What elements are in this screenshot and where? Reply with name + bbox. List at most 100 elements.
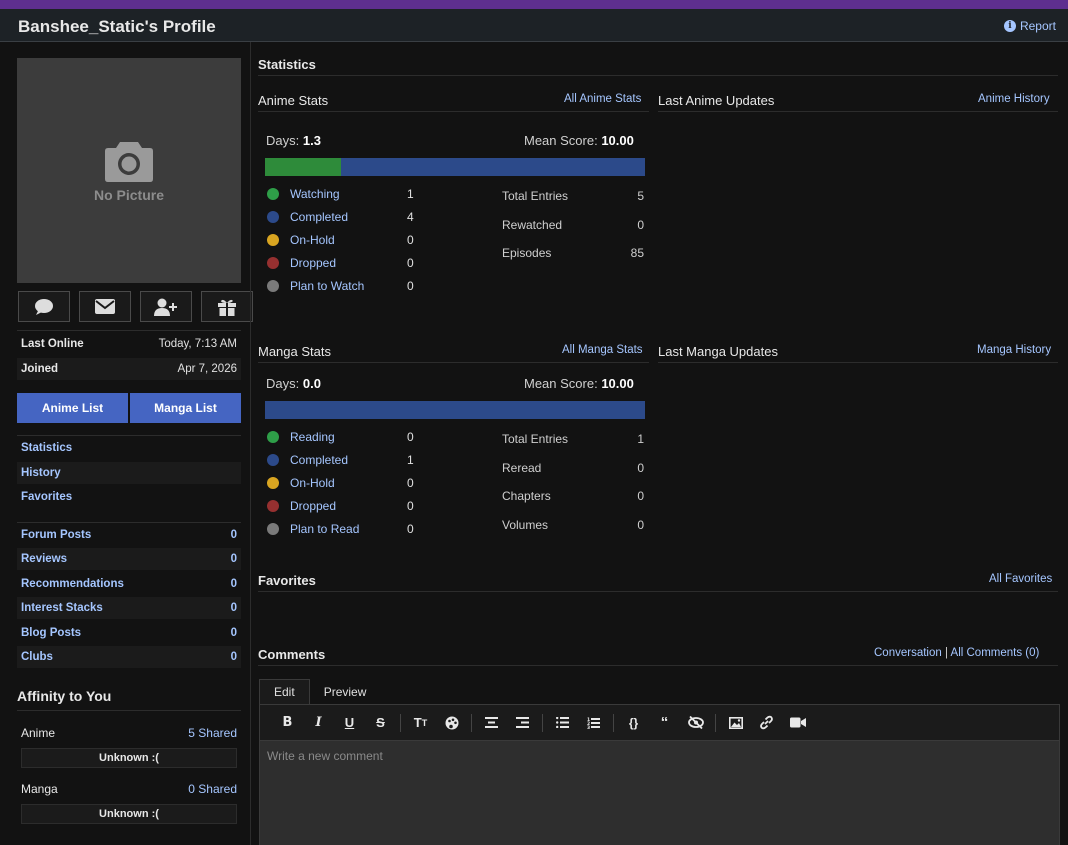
color-button[interactable] bbox=[436, 712, 467, 734]
sidebar-item-blog-posts[interactable]: Blog Posts 0 bbox=[17, 622, 241, 644]
legend-item[interactable]: Completed 1 bbox=[267, 451, 427, 469]
sidebar-item-forum-posts[interactable]: Forum Posts 0 bbox=[17, 524, 241, 546]
image-icon bbox=[728, 716, 743, 729]
align-right-icon bbox=[516, 717, 529, 728]
anime-history-link[interactable]: Anime History bbox=[978, 93, 1050, 105]
comments-title: Comments bbox=[258, 647, 326, 662]
affinity-anime-label: Anime bbox=[21, 726, 56, 740]
image-button[interactable] bbox=[720, 712, 751, 734]
legend-count: 1 bbox=[407, 187, 414, 201]
align-right-button[interactable] bbox=[507, 712, 538, 734]
page-title: Banshee_Static's Profile bbox=[18, 17, 216, 36]
sidebar-item-statistics[interactable]: Statistics bbox=[17, 437, 241, 459]
status-dot-icon bbox=[267, 431, 279, 443]
sidebar-item-recommendations[interactable]: Recommendations 0 bbox=[17, 573, 241, 595]
total-label: Rewatched bbox=[502, 217, 563, 232]
legend-label: Dropped bbox=[290, 256, 337, 270]
comment-button[interactable] bbox=[18, 291, 70, 322]
strikethrough-button[interactable]: S bbox=[365, 712, 396, 734]
legend-item[interactable]: On-Hold 0 bbox=[267, 231, 427, 249]
manga-mean-score: Mean Score: 10.00 bbox=[524, 376, 634, 391]
legend-item[interactable]: On-Hold 0 bbox=[267, 474, 427, 492]
legend-item[interactable]: Plan to Watch 0 bbox=[267, 277, 427, 295]
report-link[interactable]: i Report bbox=[1003, 19, 1056, 33]
count-value: 0 bbox=[230, 529, 237, 541]
link-separator: | bbox=[944, 647, 948, 659]
message-button[interactable] bbox=[79, 291, 131, 322]
anime-list-button[interactable]: Anime List bbox=[17, 393, 128, 423]
underline-button[interactable]: U bbox=[334, 712, 365, 734]
sidebar-item-interest-stacks[interactable]: Interest Stacks 0 bbox=[17, 597, 241, 619]
anime-watching-segment bbox=[265, 158, 341, 176]
bold-button[interactable]: B bbox=[272, 712, 303, 734]
text-size-button[interactable]: TT bbox=[405, 712, 436, 734]
conversation-link[interactable]: Conversation bbox=[874, 647, 942, 659]
affinity-manga-shared-link[interactable]: 0 Shared bbox=[188, 782, 237, 796]
legend-item[interactable]: Plan to Read 0 bbox=[267, 520, 427, 538]
sidebar-item-history[interactable]: History bbox=[17, 462, 241, 484]
legend-item[interactable]: Dropped 0 bbox=[267, 497, 427, 515]
total-value: 85 bbox=[630, 246, 644, 260]
count-label: Forum Posts bbox=[21, 529, 92, 541]
affinity-anime-shared-link[interactable]: 5 Shared bbox=[188, 726, 237, 740]
all-favorites-link[interactable]: All Favorites bbox=[989, 573, 1052, 585]
last-online-row: Last Online Today, 7:13 AM bbox=[17, 333, 241, 355]
anime-days-label: Days: bbox=[266, 133, 300, 148]
add-friend-button[interactable] bbox=[140, 291, 192, 322]
numbered-list-icon: 123 bbox=[587, 717, 600, 729]
video-icon bbox=[789, 717, 806, 728]
total-row: Rewatched 0 bbox=[502, 216, 644, 234]
link-button[interactable] bbox=[751, 712, 782, 734]
count-value: 0 bbox=[230, 627, 237, 639]
favorites-title: Favorites bbox=[258, 573, 316, 588]
legend-count: 1 bbox=[407, 453, 414, 467]
all-anime-stats-link[interactable]: All Anime Stats bbox=[564, 93, 641, 105]
manga-mean-label: Mean Score: bbox=[524, 376, 598, 391]
info-icon: i bbox=[1003, 20, 1016, 32]
legend-label: Reading bbox=[290, 430, 335, 444]
spoiler-icon bbox=[687, 716, 704, 729]
sidebar-item-reviews[interactable]: Reviews 0 bbox=[17, 548, 241, 570]
italic-button[interactable]: I bbox=[303, 712, 334, 734]
video-button[interactable] bbox=[782, 712, 813, 734]
sidebar-item-favorites[interactable]: Favorites bbox=[17, 486, 241, 508]
all-comments-link[interactable]: All Comments (0) bbox=[951, 647, 1040, 659]
comment-input[interactable]: Write a new comment bbox=[259, 740, 1060, 845]
numbered-list-button[interactable]: 123 bbox=[578, 712, 609, 734]
count-value: 0 bbox=[230, 553, 237, 565]
legend-label: Watching bbox=[290, 187, 340, 201]
gift-button[interactable] bbox=[201, 291, 253, 322]
manga-list-button[interactable]: Manga List bbox=[130, 393, 241, 423]
quote-button[interactable]: “ bbox=[649, 712, 680, 734]
legend-count: 0 bbox=[407, 499, 414, 513]
count-label: Recommendations bbox=[21, 578, 124, 590]
legend-count: 4 bbox=[407, 210, 414, 224]
legend-item[interactable]: Completed 4 bbox=[267, 208, 427, 226]
top-accent-bar bbox=[0, 0, 1068, 9]
palette-icon bbox=[445, 716, 458, 729]
align-center-button[interactable] bbox=[476, 712, 507, 734]
bullet-list-button[interactable] bbox=[547, 712, 578, 734]
last-manga-updates-title: Last Manga Updates bbox=[658, 344, 778, 359]
sidebar-item-clubs[interactable]: Clubs 0 bbox=[17, 646, 241, 668]
legend-item[interactable]: Dropped 0 bbox=[267, 254, 427, 272]
legend-item[interactable]: Watching 1 bbox=[267, 185, 427, 203]
code-button[interactable]: {} bbox=[618, 712, 649, 734]
all-manga-stats-link[interactable]: All Manga Stats bbox=[562, 344, 643, 356]
legend-label: Plan to Read bbox=[290, 522, 360, 536]
total-row: Chapters 0 bbox=[502, 487, 644, 505]
total-row: Volumes 0 bbox=[502, 516, 644, 534]
report-label: Report bbox=[1019, 19, 1056, 33]
spoiler-button[interactable] bbox=[680, 712, 711, 734]
legend-label: Dropped bbox=[290, 499, 337, 513]
tab-edit[interactable]: Edit bbox=[259, 679, 310, 704]
editor-toolbar: B I U S TT 123 {} “ bbox=[259, 704, 1060, 741]
legend-item[interactable]: Reading 0 bbox=[267, 428, 427, 446]
affinity-anime-row: Anime 5 Shared bbox=[21, 726, 237, 740]
toolbar-separator bbox=[471, 713, 472, 732]
tab-preview[interactable]: Preview bbox=[310, 679, 381, 704]
total-label: Volumes bbox=[502, 517, 549, 532]
status-dot-icon bbox=[267, 280, 279, 292]
legend-label: Completed bbox=[290, 453, 349, 467]
manga-history-link[interactable]: Manga History bbox=[977, 344, 1051, 356]
